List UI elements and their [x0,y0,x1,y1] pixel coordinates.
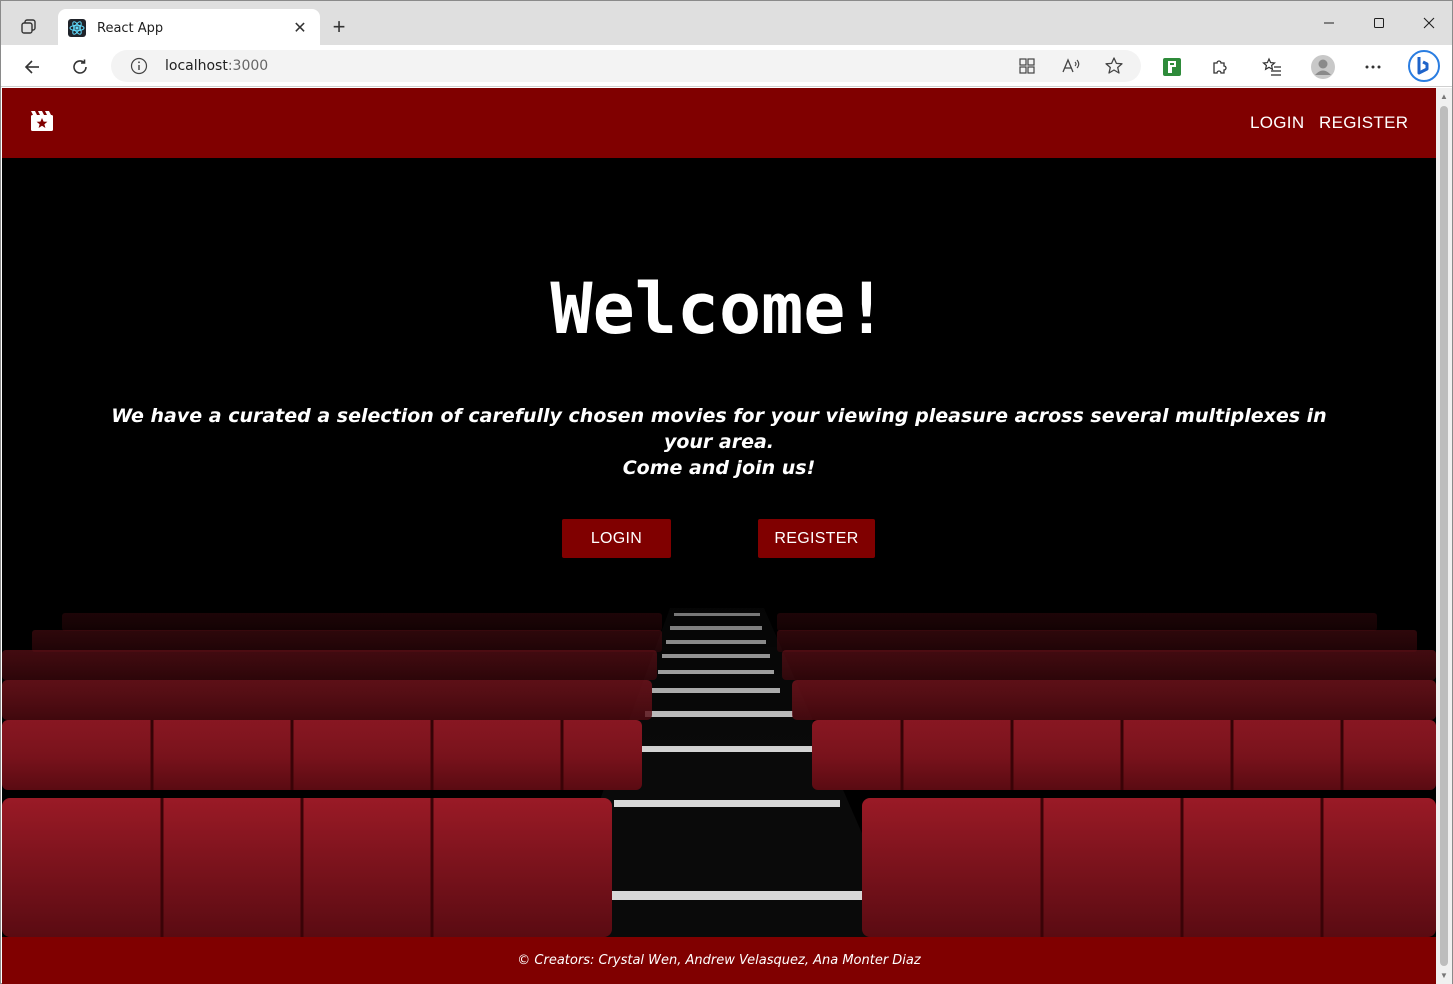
address-toolbar: localhost:3000 [1,45,1452,87]
tab-close-icon[interactable]: ✕ [290,18,310,38]
more-menu-icon[interactable] [1358,53,1388,81]
url-text: localhost:3000 [165,58,269,74]
maximize-icon[interactable] [1356,9,1402,37]
scrollbar-thumb[interactable] [1440,106,1448,966]
scroll-down-icon[interactable]: ▼ [1440,971,1448,980]
hero-description-line2: Come and join us! [622,457,816,479]
page-scrollbar[interactable]: ▲ ▼ [1436,88,1452,984]
hero-login-button[interactable]: LOGIN [562,519,671,558]
footer-credits: © Creators: Crystal Wen, Andrew Velasque… [517,953,921,968]
read-aloud-icon[interactable] [1058,54,1084,78]
movie-clapperboard-icon[interactable] [30,110,54,132]
tab-bar: React App ✕ + [1,1,1452,47]
nav-register-link[interactable]: REGISTER [1319,113,1408,133]
app-available-icon[interactable] [1014,54,1040,78]
extension-green-icon[interactable] [1157,53,1187,81]
nav-login-link[interactable]: LOGIN [1250,113,1304,133]
hero-section: Welcome! We have a curated a selection o… [2,158,1436,937]
favorites-list-icon[interactable] [1257,53,1287,81]
hero-description: We have a curated a selection of careful… [102,403,1336,481]
hero-register-button[interactable]: REGISTER [758,519,875,558]
bing-copilot-icon[interactable] [1407,49,1441,83]
back-arrow-icon[interactable] [17,53,47,81]
tab-react-app[interactable]: React App ✕ [58,9,320,47]
scroll-up-icon[interactable]: ▲ [1440,92,1448,101]
welcome-heading: Welcome! [550,268,888,350]
refresh-icon[interactable] [65,53,95,81]
tab-actions-icon[interactable] [13,13,45,41]
url-bar[interactable]: localhost:3000 [111,50,1141,82]
close-window-icon[interactable] [1406,9,1452,37]
favorite-star-icon[interactable] [1101,54,1127,78]
page-viewport: LOGIN REGISTER Welcome! We have a curate… [2,88,1436,984]
hero-description-line1: We have a curated a selection of careful… [111,405,1327,453]
profile-avatar-icon[interactable] [1308,53,1338,81]
site-info-icon[interactable] [129,56,149,76]
app-footer: © Creators: Crystal Wen, Andrew Velasque… [2,937,1436,984]
app-navbar: LOGIN REGISTER [2,88,1436,158]
browser-window: React App ✕ + localhost:3000 LOGIN REGIS… [0,0,1453,984]
new-tab-button[interactable]: + [325,13,353,41]
minimize-icon[interactable] [1306,9,1352,37]
tab-title: React App [97,20,164,36]
extensions-puzzle-icon[interactable] [1205,53,1235,81]
react-favicon-icon [68,19,86,37]
